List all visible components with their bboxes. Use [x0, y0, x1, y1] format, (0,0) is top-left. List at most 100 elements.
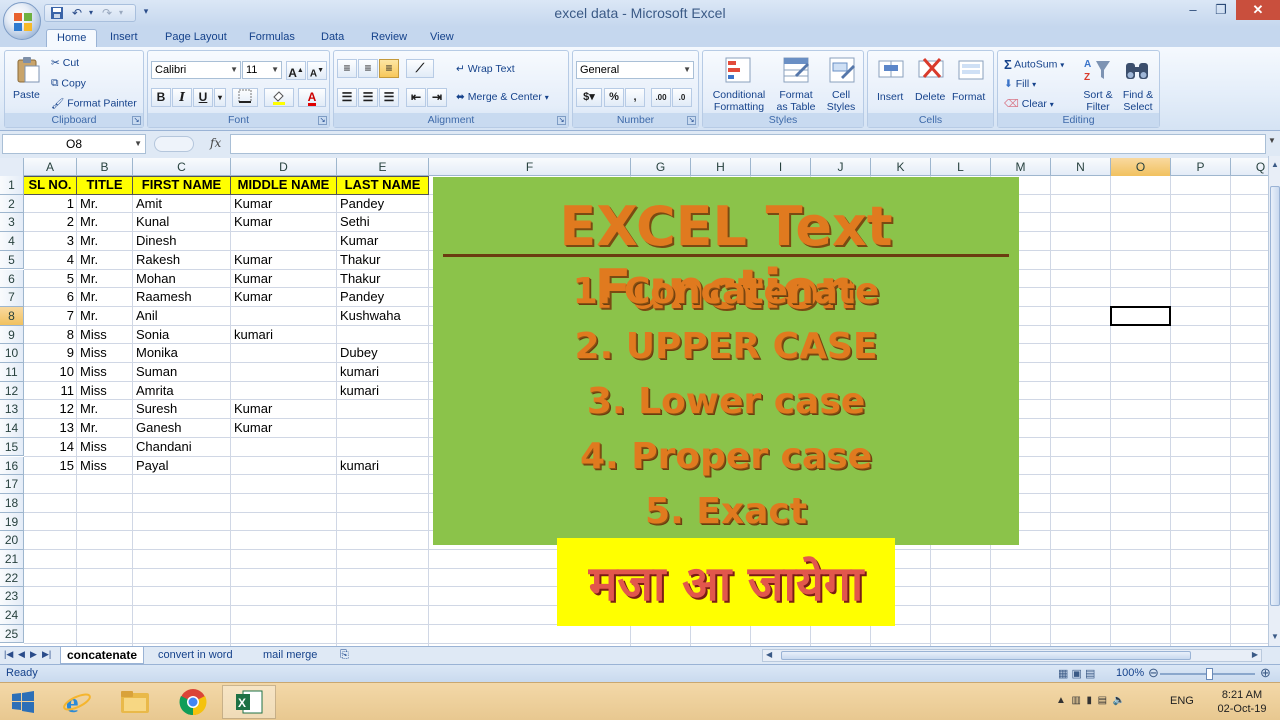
name-box[interactable]: O8 ▼ [2, 134, 146, 154]
column-header[interactable]: M [991, 158, 1051, 176]
sheet-tab-convert-in-word[interactable]: convert in word [152, 647, 239, 664]
sheet-tab-mail-merge[interactable]: mail merge [257, 647, 323, 664]
tab-page-layout[interactable]: Page Layout [165, 29, 227, 47]
row-header[interactable]: 22 [0, 568, 24, 588]
zoom-in-icon[interactable]: ⊕ [1260, 665, 1271, 681]
row-header[interactable]: 11 [0, 363, 24, 382]
column-header[interactable]: Q [1231, 158, 1268, 176]
insert-function-button[interactable]: fx [210, 136, 221, 150]
shrink-font-button[interactable]: A▼ [307, 61, 327, 80]
table-cell[interactable]: Mr. [77, 195, 133, 214]
table-cell[interactable]: Mr. [77, 213, 133, 232]
row-header[interactable]: 4 [0, 232, 24, 251]
decrease-decimal-button[interactable]: .0 [672, 88, 692, 107]
row-header[interactable]: 20 [0, 531, 24, 550]
align-middle-button[interactable]: ≡ [358, 59, 378, 78]
first-sheet-icon[interactable]: |◀ [4, 649, 13, 660]
insert-sheet-icon[interactable]: ⎘ [334, 647, 355, 664]
taskbar-chrome[interactable] [166, 685, 220, 719]
table-cell[interactable]: Payal [133, 457, 231, 476]
table-cell[interactable]: kumari [231, 326, 337, 345]
decrease-indent-button[interactable]: ⇤ [406, 88, 426, 107]
row-header[interactable]: 7 [0, 288, 24, 307]
copy-button[interactable]: ⧉ Copy [51, 77, 86, 90]
zoom-level[interactable]: 100% [1116, 667, 1144, 679]
table-header-cell[interactable]: TITLE [77, 176, 133, 195]
increase-decimal-button[interactable]: .00 [651, 88, 671, 107]
table-cell[interactable] [231, 344, 337, 363]
merge-center-button[interactable]: ⬌ Merge & Center ▾ [456, 91, 549, 103]
system-clock[interactable]: 8:21 AM 02-Oct-19 [1208, 688, 1276, 716]
row-header[interactable]: 19 [0, 512, 24, 532]
table-cell[interactable]: 11 [24, 382, 77, 401]
table-cell[interactable]: Suman [133, 363, 231, 382]
underline-button[interactable]: U [193, 88, 213, 107]
tray-wifi-icon[interactable]: ▤ [1098, 695, 1107, 706]
input-language[interactable]: ENG [1170, 695, 1194, 707]
clear-button[interactable]: ⌫ Clear ▾ [1004, 98, 1054, 110]
column-header[interactable]: L [931, 158, 991, 176]
row-header[interactable]: 23 [0, 587, 24, 607]
table-cell[interactable]: kumari [337, 363, 429, 382]
sort-filter-button[interactable]: Sort & Filter [1078, 89, 1118, 113]
column-header[interactable]: P [1171, 158, 1231, 176]
table-cell[interactable]: Thakur [337, 270, 429, 289]
font-launcher-icon[interactable]: ↘ [318, 116, 327, 125]
row-header[interactable]: 6 [0, 269, 24, 289]
format-painter-button[interactable]: 🖌 Format Painter [51, 97, 137, 110]
table-cell[interactable]: kumari [337, 457, 429, 476]
table-cell[interactable]: Miss [77, 363, 133, 382]
table-header-cell[interactable]: FIRST NAME [133, 176, 231, 195]
table-cell[interactable]: Kumar [231, 195, 337, 214]
table-cell[interactable] [231, 363, 337, 382]
table-cell[interactable]: 14 [24, 438, 77, 457]
table-cell[interactable]: Miss [77, 344, 133, 363]
row-header[interactable]: 5 [0, 250, 24, 270]
find-select-button[interactable]: Find & Select [1118, 89, 1158, 113]
table-cell[interactable]: Miss [77, 457, 133, 476]
table-cell[interactable]: 10 [24, 363, 77, 382]
delete-cells-button[interactable]: Delete [915, 91, 945, 103]
table-cell[interactable]: Rakesh [133, 251, 231, 270]
clipboard-launcher-icon[interactable]: ↘ [132, 116, 141, 125]
table-cell[interactable]: Amrita [133, 382, 231, 401]
table-cell[interactable]: Kumar [231, 270, 337, 289]
formula-input[interactable] [230, 134, 1266, 154]
fill-button[interactable]: ⬇ Fill ▾ [1004, 78, 1036, 90]
table-header-cell[interactable]: LAST NAME [337, 176, 429, 195]
number-launcher-icon[interactable]: ↘ [687, 116, 696, 125]
vertical-scrollbar[interactable]: ▲ ▼ [1268, 156, 1280, 646]
office-button[interactable] [3, 2, 41, 40]
table-cell[interactable]: Mohan [133, 270, 231, 289]
table-cell[interactable]: Miss [77, 438, 133, 457]
table-cell[interactable] [337, 400, 429, 419]
start-button[interactable] [0, 685, 46, 719]
tray-network-icon[interactable]: ▥ [1071, 695, 1080, 706]
table-cell[interactable]: Dinesh [133, 232, 231, 251]
table-cell[interactable]: 13 [24, 419, 77, 438]
normal-view-icon[interactable]: ▦ [1058, 668, 1068, 680]
scroll-up-icon[interactable]: ▲ [1271, 160, 1279, 169]
row-header[interactable]: 21 [0, 550, 24, 569]
selected-cell-o8[interactable] [1110, 305, 1171, 326]
table-cell[interactable]: Suresh [133, 400, 231, 419]
borders-button[interactable] [232, 88, 258, 107]
table-cell[interactable]: Dubey [337, 344, 429, 363]
column-header[interactable]: E [337, 158, 429, 176]
conditional-formatting-icon[interactable] [723, 55, 753, 85]
table-cell[interactable]: Mr. [77, 232, 133, 251]
column-header[interactable]: B [77, 158, 133, 176]
scroll-left-icon[interactable]: ◀ [766, 650, 772, 659]
table-cell[interactable]: 3 [24, 232, 77, 251]
table-cell[interactable]: 1 [24, 195, 77, 214]
font-name-combo[interactable]: Calibri ▼ [151, 61, 241, 79]
cell-styles-button[interactable]: Cell Styles [821, 89, 861, 113]
table-cell[interactable]: Sonia [133, 326, 231, 345]
table-cell[interactable] [231, 307, 337, 326]
table-cell[interactable]: Mr. [77, 400, 133, 419]
align-center-button[interactable]: ☰ [358, 88, 378, 107]
format-as-table-button[interactable]: Format as Table [773, 89, 819, 113]
table-cell[interactable]: Amit [133, 195, 231, 214]
sheet-tab-concatenate[interactable]: concatenate [60, 647, 145, 664]
tray-volume-icon[interactable]: 🔈 [1113, 695, 1125, 706]
